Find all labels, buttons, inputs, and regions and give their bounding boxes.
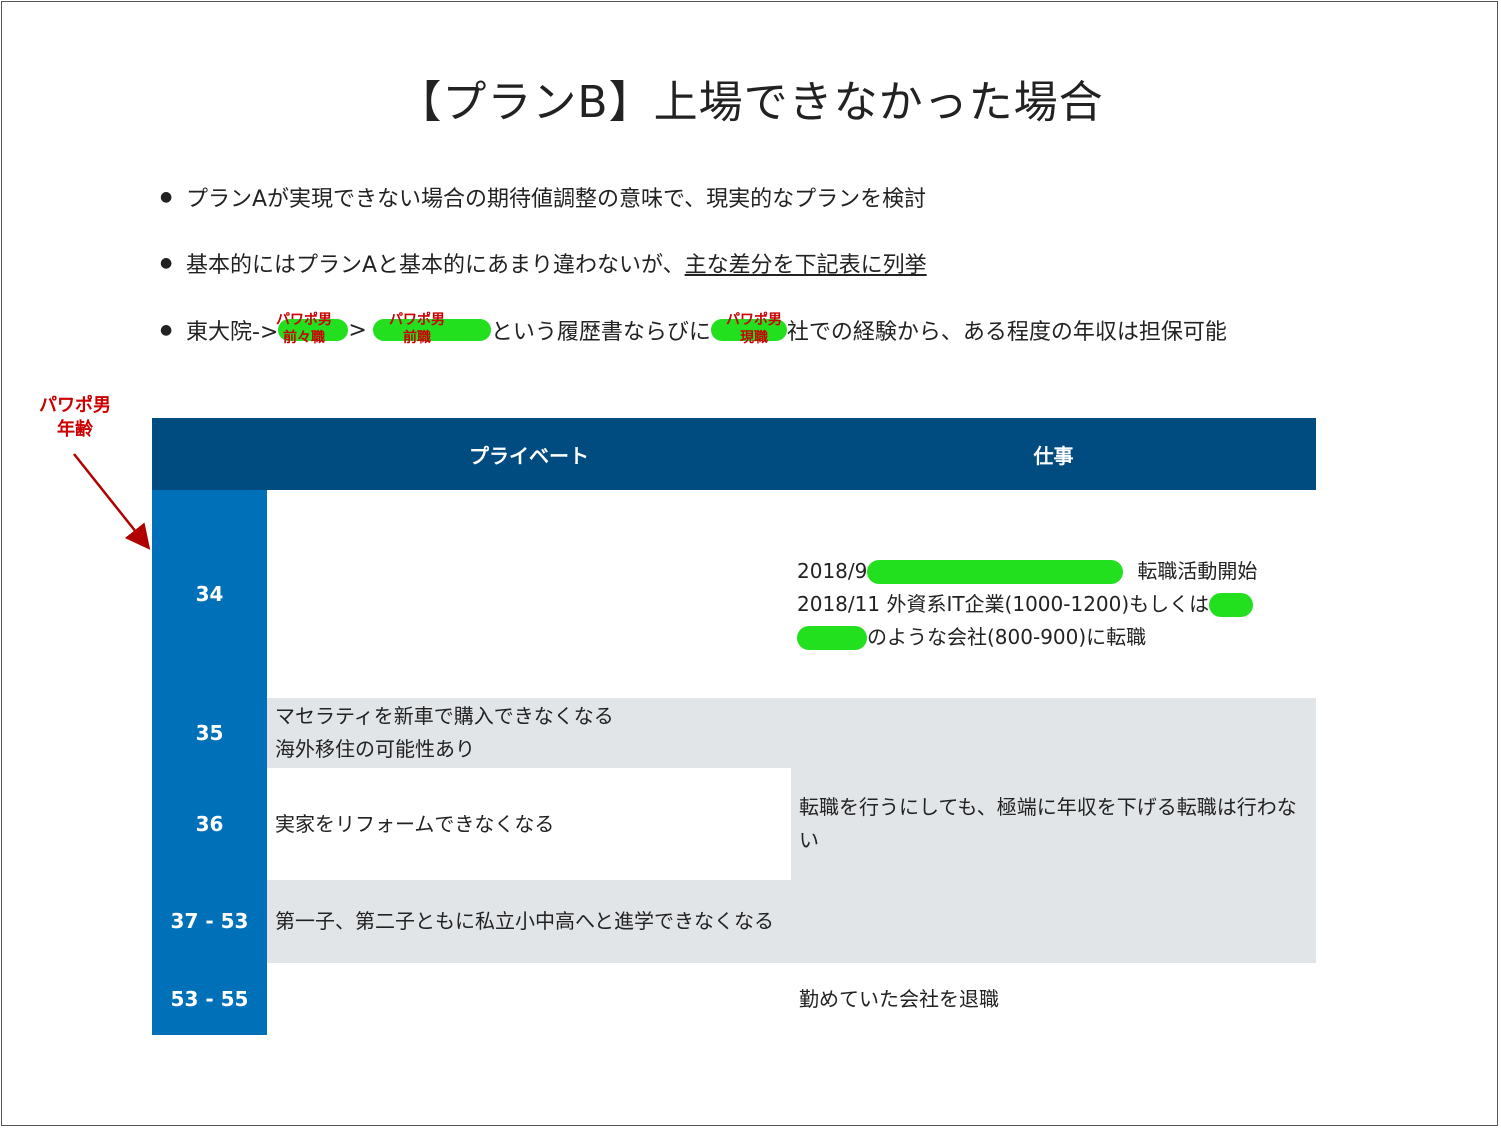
bullet-text: 基本的にはプランAと基本的にあまり違わないが、	[186, 253, 685, 278]
work-text: のような会社(800-900)に転職	[867, 624, 1147, 649]
age-annotation-text: パワポ男 年齢	[39, 395, 111, 440]
bullet-item: ● 基本的にはプランAと基本的にあまり違わないが、 主な差分を下記表に列挙	[160, 246, 927, 280]
bullet-text: という履歴書ならびに	[490, 320, 711, 345]
age-cell: 34	[152, 490, 267, 698]
age-annotation: パワポ男 年齢	[28, 394, 122, 442]
header-age-cell	[152, 418, 267, 490]
header-private: プライベート	[267, 418, 791, 490]
bullet-text: >	[348, 317, 367, 343]
work-spacer	[799, 698, 1308, 768]
arrow-icon	[73, 453, 151, 550]
work-cell: 転職を行うにしても、極端に年収を下げる転職は行わない	[791, 698, 1316, 963]
bullet-text: 東大院->	[186, 320, 279, 345]
work-line: 2018/9 転職活動開始	[797, 555, 1308, 588]
bullet-dot-icon: ●	[160, 189, 173, 205]
table-header-row: プライベート 仕事	[152, 418, 1316, 490]
private-cell: 実家をリフォームできなくなる	[267, 768, 791, 880]
table-row: 34 2018/9 転職活動開始 2018/11 外資系IT企業(1000-120…	[152, 490, 1316, 698]
annotation-tag-text: パワポ男 現職	[726, 312, 782, 346]
header-work: 仕事	[791, 418, 1316, 490]
private-cell	[267, 490, 791, 698]
age-cell: 37 - 53	[152, 880, 267, 963]
bullet-item: ● プランAが実現できない場合の期待値調整の意味で、現実的なプランを検討	[160, 180, 926, 214]
annotation-tag-text: パワポ男 前々職	[276, 312, 332, 346]
bullet-dot-icon: ●	[160, 255, 173, 271]
plan-table: プライベート 仕事 34 2018/9 転職活動開始 2018/11 外資系IT企…	[152, 418, 1316, 1035]
age-cell: 35	[152, 698, 267, 768]
slide-title: 【プランB】上場できなかった場合	[397, 77, 1104, 128]
annotation-tag: パワポ男 前職	[389, 311, 445, 347]
table-row: 35 マセラティを新車で購入できなくなる 海外移住の可能性あり 転職を行うにして…	[152, 698, 1316, 963]
work-text: 2018/11 外資系IT企業(1000-1200)もしくは	[797, 591, 1210, 616]
work-text: 転職を行うにしても、極端に年収を下げる転職は行わない	[799, 795, 1297, 852]
redaction-mark	[797, 626, 867, 650]
table-row: 53 - 55 勤めていた会社を退職	[152, 963, 1316, 1035]
age-cell: 53 - 55	[152, 963, 267, 1035]
annotation-tag-text: パワポ男 前職	[389, 312, 445, 346]
private-cell: マセラティを新車で購入できなくなる 海外移住の可能性あり	[267, 698, 791, 768]
age-cell: 36	[152, 768, 267, 880]
bullet-dot-icon: ●	[160, 322, 173, 338]
bullet-text: 社での経験から、ある程度の年収は担保可能	[786, 320, 1227, 345]
work-cell: 勤めていた会社を退職	[791, 963, 1316, 1035]
underlined-text: 主な差分を下記表に列挙	[684, 253, 927, 278]
work-text: 2018/9	[797, 558, 868, 583]
work-line: 2018/11 外資系IT企業(1000-1200)もしくは	[797, 588, 1308, 621]
private-cell: 第一子、第二子ともに私立小中高へと進学できなくなる	[267, 880, 791, 963]
redaction-mark	[867, 560, 1124, 584]
bullet-text: プランAが実現できない場合の期待値調整の意味で、現実的なプランを検討	[186, 187, 927, 212]
redaction-mark	[1209, 593, 1254, 617]
work-cell: 2018/9 転職活動開始 2018/11 外資系IT企業(1000-1200)も…	[791, 490, 1316, 698]
private-cell	[267, 963, 791, 1035]
work-spacer	[799, 880, 1308, 963]
work-line: のような会社(800-900)に転職	[797, 621, 1308, 654]
work-text: 転職活動開始	[1137, 558, 1258, 583]
annotation-tag: パワポ男 前々職	[276, 311, 332, 347]
annotation-tag: パワポ男 現職	[726, 311, 782, 347]
